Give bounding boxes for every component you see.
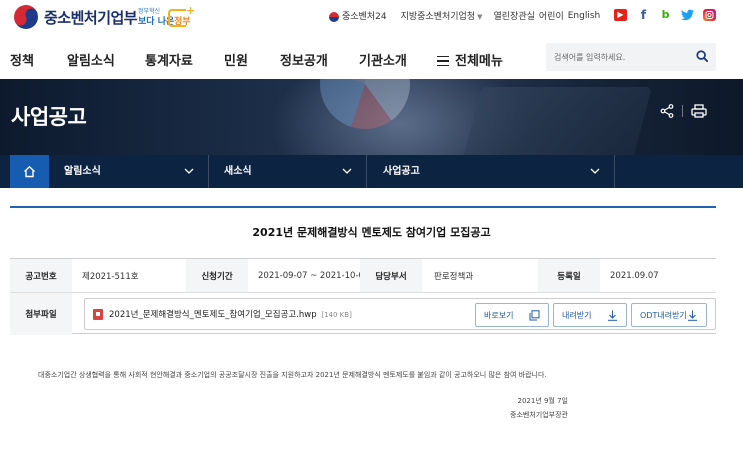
notice-date: 2021년 9월 7일: [517, 397, 569, 405]
breadcrumb-level2[interactable]: 새소식: [224, 155, 252, 188]
hwp-file-icon: [93, 309, 103, 320]
breadcrumb-separator: [614, 155, 615, 188]
banner-divider: [682, 105, 683, 117]
logo-text: 중소벤처기업부: [44, 8, 138, 27]
share-icon[interactable]: [660, 104, 674, 118]
notice-title: 2021년 문제해결방식 멘토제도 참여기업 모집공고: [252, 226, 491, 239]
value-dept: 판로정책과: [434, 271, 474, 282]
notice-info-table: 공고번호 제2021-511호 신청기간 2021-09-07 ~ 2021-1…: [10, 258, 716, 335]
ministry-logo[interactable]: 중소벤처기업부: [10, 1, 138, 33]
download-button-label: 내려받기: [562, 310, 592, 320]
attachment-file: 2021년_문제해결방식_멘토제도_참여기업_모집공고.hwp [140 KB]…: [84, 298, 716, 330]
caret-down-icon: ▼: [477, 13, 483, 21]
instagram-icon[interactable]: [703, 9, 716, 21]
chevron-down-icon[interactable]: [590, 167, 600, 175]
value-period: 2021-09-07 ~ 2021-10-06: [258, 270, 370, 281]
notice-signer: 중소벤처기업부장관: [510, 411, 568, 419]
print-icon[interactable]: [691, 104, 707, 118]
english-link[interactable]: English: [568, 11, 601, 21]
download-icon: [688, 310, 697, 321]
label-dept: 담당부서: [360, 259, 422, 292]
main-navigation: 정책 알림소식 통계자료 민원 정보공개 기관소개 전체메뉴: [0, 40, 743, 78]
label-number: 공고번호: [10, 259, 72, 292]
search-box: [546, 43, 716, 71]
taegeuk-logo-icon: [10, 1, 42, 33]
nav-about[interactable]: 기관소개: [359, 50, 407, 69]
twitter-icon[interactable]: [681, 9, 694, 21]
attachment-name[interactable]: 2021년_문제해결방식_멘토제도_참여기업_모집공고.hwp [140 KB]: [109, 308, 352, 320]
attachment-row: 첨부파일 2021년_문제해결방식_멘토제도_참여기업_모집공고.hwp [14…: [10, 293, 716, 335]
top-bar: 중소벤처기업부 정부혁신 보다 나은 정부 + 중소벤처24 지방중소벤처기업청…: [0, 0, 743, 34]
breadcrumb: 알림소식 새소식 사업공고: [0, 155, 743, 188]
file-size: [140 KB]: [321, 311, 352, 319]
odt-download-label: ODT내려받기: [640, 310, 687, 320]
sme24-link[interactable]: 중소벤처24: [329, 9, 387, 22]
preview-icon: [529, 310, 540, 321]
regional-office-dropdown[interactable]: 지방중소벤처기업청 ▼: [401, 9, 483, 22]
file-name-text: 2021년_문제해결방식_멘토제도_참여기업_모집공고.hwp: [109, 310, 317, 320]
nav-statistics[interactable]: 통계자료: [145, 50, 193, 69]
title-divider: [10, 206, 716, 208]
value-registered: 2021.09.07: [610, 270, 659, 281]
regional-label: 지방중소벤처기업청: [400, 12, 476, 22]
nav-info-disclosure[interactable]: 정보공개: [280, 50, 328, 69]
view-button[interactable]: 바로보기: [475, 303, 549, 327]
facebook-icon[interactable]: f: [637, 9, 650, 21]
breadcrumb-level3[interactable]: 사업공고: [383, 155, 420, 188]
info-row: 공고번호 제2021-511호 신청기간 2021-09-07 ~ 2021-1…: [10, 259, 716, 293]
nav-news[interactable]: 알림소식: [67, 50, 115, 69]
notice-body: 대중소기업간 상생협력을 통해 사회적 현안해결과 중소기업의 공공조달시장 진…: [38, 371, 547, 379]
government-innovation-slogan: 정부혁신 보다 나은 정부 +: [138, 4, 196, 28]
hamburger-icon: [437, 56, 449, 66]
all-menu-label: 전체메뉴: [455, 54, 503, 69]
nav-civil-petition[interactable]: 민원: [224, 50, 248, 69]
home-icon: [24, 165, 35, 178]
download-icon: [608, 310, 617, 321]
breadcrumb-level1[interactable]: 알림소식: [64, 155, 101, 188]
utility-links: 중소벤처24 지방중소벤처기업청 ▼ 열린장관실 어린이 English: [329, 9, 600, 22]
sme24-icon: [329, 11, 339, 22]
view-button-label: 바로보기: [484, 310, 514, 320]
chevron-down-icon[interactable]: [342, 167, 352, 175]
label-registered: 등록일: [538, 259, 600, 292]
chevron-down-icon[interactable]: [184, 167, 194, 175]
search-input[interactable]: [546, 43, 686, 71]
home-button[interactable]: [10, 155, 49, 188]
breadcrumb-separator: [208, 155, 209, 188]
banner-tablet-graphic: [457, 87, 653, 155]
youtube-icon[interactable]: ▶: [614, 9, 627, 21]
nav-all-menu[interactable]: 전체메뉴: [437, 50, 503, 69]
label-attachment: 첨부파일: [10, 293, 72, 335]
sme24-label: 중소벤처24: [342, 12, 387, 22]
page-banner: 사업공고: [0, 79, 743, 155]
value-number: 제2021-511호: [82, 271, 139, 282]
download-button[interactable]: 내려받기: [553, 303, 627, 327]
plus-icon: +: [186, 4, 196, 17]
breadcrumb-separator: [366, 155, 367, 188]
nav-policy[interactable]: 정책: [10, 50, 34, 69]
kids-link[interactable]: 어린이: [539, 9, 564, 22]
page-title: 사업공고: [11, 105, 87, 129]
odt-download-button[interactable]: ODT내려받기: [631, 303, 707, 327]
open-office-link[interactable]: 열린장관실: [494, 9, 535, 22]
search-icon[interactable]: [696, 50, 708, 62]
label-period: 신청기간: [186, 259, 248, 292]
blog-icon[interactable]: b: [659, 9, 672, 21]
